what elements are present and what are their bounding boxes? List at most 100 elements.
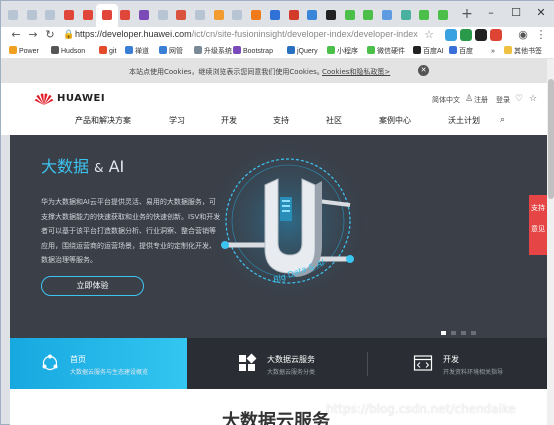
bookmark-item[interactable]: Bootstrap: [233, 45, 273, 58]
browser-tab[interactable]: [305, 8, 319, 22]
nav-develop[interactable]: 开发: [221, 115, 237, 126]
browser-tab[interactable]: [380, 8, 394, 22]
try-now-button[interactable]: 立即体验: [41, 276, 144, 296]
address-bar[interactable]: https://developer.huawei.com/ict/cn/site…: [75, 29, 418, 39]
hero-title-amp: &: [94, 161, 104, 175]
bookmark-favicon-icon: [327, 46, 335, 54]
search-icon[interactable]: ⌕: [500, 115, 505, 125]
feedback-tab[interactable]: 支持 意见: [529, 195, 547, 255]
bookmark-item[interactable]: 小程序: [327, 45, 358, 58]
bookmark-item[interactable]: 其他书签: [504, 45, 542, 58]
profile-icon[interactable]: ◉: [516, 28, 530, 42]
browser-tab[interactable]: [324, 8, 338, 22]
tile-bigdata[interactable]: 大数据云服务 大数据云服务分类: [187, 338, 367, 389]
slide-dot[interactable]: [451, 331, 456, 335]
browser-tab[interactable]: [174, 8, 188, 22]
nav-program[interactable]: 沃土计划: [448, 115, 480, 126]
star-icon[interactable]: ☆: [529, 94, 537, 104]
brand-name[interactable]: HUAWEI: [57, 93, 105, 104]
browser-tab[interactable]: [212, 8, 226, 22]
feedback-tab-support: 支持: [531, 204, 545, 212]
new-tab-button[interactable]: +: [460, 7, 474, 21]
browser-tab[interactable]: [81, 8, 95, 22]
bookmark-label: 网管: [169, 48, 183, 55]
extension-icon[interactable]: [475, 29, 487, 41]
chat-icon: [344, 10, 355, 20]
network-icon: [42, 354, 58, 371]
bookmark-star-icon[interactable]: ☆: [422, 28, 436, 42]
extension-icon[interactable]: [460, 29, 472, 41]
browser-tab[interactable]: [417, 8, 431, 22]
browser-tab[interactable]: [287, 8, 301, 22]
bookmark-favicon-icon: [194, 46, 202, 54]
bookmark-item[interactable]: 百度AI: [413, 45, 444, 58]
cookie-policy-link[interactable]: Cookies和隐私政策>: [322, 67, 390, 77]
huawei-logo-icon[interactable]: [34, 92, 54, 106]
browser-tab[interactable]: [249, 8, 263, 22]
extension-icon[interactable]: [445, 29, 457, 41]
huawei-icon: [64, 10, 75, 20]
slide-dot[interactable]: [441, 331, 446, 335]
tile-develop[interactable]: 开发 开发资料环境相关指导: [368, 338, 547, 389]
extension-icon[interactable]: [490, 29, 502, 41]
nav-support[interactable]: 支持: [273, 115, 289, 126]
nav-cases[interactable]: 案例中心: [379, 115, 411, 126]
browser-tab[interactable]: [43, 8, 57, 22]
bookmark-item[interactable]: 网管: [159, 45, 183, 58]
bookmark-item[interactable]: git: [99, 45, 116, 58]
code-icon: [413, 355, 433, 371]
browser-tab[interactable]: [62, 8, 76, 22]
maximize-button[interactable]: ☐: [508, 5, 524, 21]
browser-tab[interactable]: [361, 8, 375, 22]
bookmark-item[interactable]: jQuery: [287, 45, 318, 58]
forward-icon[interactable]: →: [26, 28, 40, 42]
page-scrollbar[interactable]: [547, 59, 554, 425]
bookmark-label: 升级系统: [204, 48, 232, 55]
scrollbar-thumb[interactable]: [548, 79, 554, 199]
minimize-button[interactable]: –: [483, 5, 499, 21]
page-icon: [232, 10, 243, 20]
feedback-tab-opinion: 意见: [531, 225, 545, 233]
section-title: 大数据云服务: [222, 411, 330, 425]
bookmark-item[interactable]: Power: [9, 45, 39, 58]
browser-tab[interactable]: [25, 8, 39, 22]
browser-tab[interactable]: [399, 8, 413, 22]
browser-tab[interactable]: [230, 8, 244, 22]
nav-learn[interactable]: 学习: [169, 115, 185, 126]
register-link[interactable]: 注册: [474, 95, 488, 105]
nav-community[interactable]: 社区: [326, 115, 342, 126]
language-switch[interactable]: 简体中文: [432, 95, 460, 105]
tile-home[interactable]: 首页 大数据云服务与生态建设概览: [10, 338, 187, 389]
back-icon[interactable]: ←: [9, 28, 23, 42]
lock-icon[interactable]: 🔒: [63, 30, 74, 40]
bookmark-item[interactable]: 百度: [449, 45, 473, 58]
nav-products[interactable]: 产品和解决方案: [75, 115, 131, 126]
close-window-button[interactable]: ✕: [533, 5, 549, 21]
tile-home-sub: 大数据云服务与生态建设概览: [70, 369, 149, 376]
bookmark-item[interactable]: 微信硬件: [367, 45, 405, 58]
bookmark-item[interactable]: »: [491, 45, 495, 58]
heart-icon[interactable]: ♡: [515, 94, 523, 104]
browser-tab[interactable]: [343, 8, 357, 22]
browser-tab[interactable]: [95, 4, 118, 27]
bookmark-item[interactable]: Hudson: [51, 45, 85, 58]
cookie-close-icon[interactable]: ✕: [418, 65, 429, 76]
login-link[interactable]: 登录: [496, 95, 510, 105]
mail-icon: [400, 10, 411, 20]
page-icon: [157, 10, 168, 20]
browser-tab[interactable]: [137, 8, 151, 22]
bookmark-item[interactable]: 禅道: [125, 45, 149, 58]
browser-tab[interactable]: [118, 8, 132, 22]
browser-tab[interactable]: [193, 8, 207, 22]
bookmark-item[interactable]: 升级系统: [194, 45, 232, 58]
slide-dot[interactable]: [461, 331, 466, 335]
browser-tab[interactable]: [6, 8, 20, 22]
menu-icon[interactable]: ⋮: [534, 28, 548, 42]
browser-tab[interactable]: [268, 8, 282, 22]
reload-icon[interactable]: ↻: [43, 28, 57, 42]
browser-tab[interactable]: [156, 8, 170, 22]
browser-tab[interactable]: [436, 8, 450, 22]
slide-dot[interactable]: [471, 331, 476, 335]
bookmark-label: Hudson: [61, 48, 86, 55]
media-icon: [138, 10, 149, 20]
